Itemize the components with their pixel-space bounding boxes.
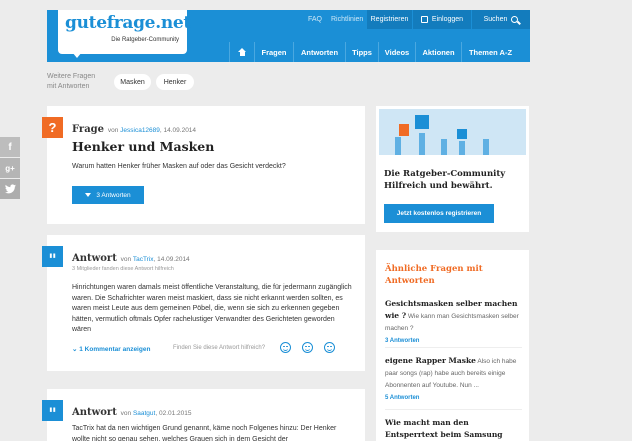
googleplus-icon: g+ [5, 163, 15, 173]
lock-icon [420, 16, 428, 23]
question-text: Warum hatten Henker früher Masken auf od… [72, 163, 286, 170]
question-date: , 14.09.2014 [159, 127, 197, 134]
tag-masken[interactable]: Masken [114, 74, 151, 90]
similar-title: eigene Rapper Maske [385, 356, 476, 365]
answer-kind: Antwort [72, 407, 117, 418]
question-card: ? Frage von Jessica12689, 14.09.2014 Hen… [42, 106, 365, 224]
smiley-rate-1-icon[interactable] [280, 342, 291, 353]
answer-meta: Antwort von TacTrix, 14.09.2014 [72, 253, 190, 264]
answer-date: , 14.09.2014 [153, 256, 190, 263]
similar-count: 5 Antworten [385, 395, 420, 401]
arrow-down-icon [85, 193, 92, 197]
register-button[interactable]: Registrieren [367, 10, 412, 29]
answer-card: " Antwort von TacTrix, 14.09.2014 3 Mitg… [42, 235, 365, 371]
similar-item[interactable]: eigene Rapper Maske Also ich habe paar s… [385, 355, 522, 410]
nav-tipps[interactable]: Tipps [345, 42, 378, 62]
quote-icon: " [42, 246, 63, 269]
show-comments-link[interactable]: ⌄ 1 Kommentar anzeigen [72, 345, 150, 353]
question-von: von [107, 127, 119, 134]
faq-link[interactable]: FAQ [308, 10, 322, 29]
main-nav: Fragen Antworten Tipps Videos Aktionen T… [229, 42, 519, 62]
question-kind: Frage [72, 124, 105, 135]
nav-home[interactable] [229, 42, 254, 62]
logo-speech-tail [72, 52, 82, 58]
helpful-count: 3 Mitglieder fanden diese Antwort hilfre… [72, 266, 174, 272]
rules-link[interactable]: Richtlinien [331, 10, 363, 29]
related-label-line2: mit Antworten [47, 83, 90, 90]
related-label: Weitere Fragen mit Antworten [47, 72, 95, 92]
smiley-rate-3-icon[interactable] [324, 342, 335, 353]
similar-item[interactable]: Wie macht man den Entsperrtext beim Sams… [385, 417, 522, 441]
register-free-button[interactable]: Jetzt kostenlos registrieren [384, 204, 494, 223]
search-label: Suchen [483, 16, 508, 23]
similar-item[interactable]: Gesichtsmasken selber machen wie ? Wie k… [385, 298, 522, 348]
answers-button-label: 3 Antworten [96, 191, 131, 199]
search-button[interactable]: Suchen [472, 10, 530, 29]
question-title: Henker und Masken [72, 139, 215, 154]
login-label: Einloggen [431, 16, 464, 23]
question-badge-icon: ? [42, 117, 63, 138]
answer-von: von [120, 256, 132, 263]
related-label-line1: Weitere Fragen [47, 73, 96, 80]
register-label: Registrieren [370, 16, 409, 23]
tag-henker[interactable]: Henker [156, 74, 194, 90]
promo-title: Die Ratgeber-Community Hilfreich und bew… [384, 169, 506, 191]
nav-videos[interactable]: Videos [378, 42, 415, 62]
logo[interactable]: gutefrage.net Die Ratgeber-Community [58, 10, 191, 58]
answer-card: " Antwort von Saatgut, 02.01.2015 TacTri… [42, 389, 365, 441]
quote-icon: " [42, 400, 63, 423]
similar-desc: Wie kann man Gesichtsmasken selber mache… [385, 313, 519, 332]
login-button[interactable]: Einloggen [413, 10, 471, 29]
logo-title: gutefrage.net [65, 13, 191, 33]
facebook-share-button[interactable]: f [0, 137, 20, 157]
nav-fragen[interactable]: Fragen [254, 42, 293, 62]
similar-count: 3 Antworten [385, 338, 420, 344]
similar-heading: Ähnliche Fragen mit Antworten [385, 264, 483, 286]
answer-text: TacTrix hat da nen wichtigen Grund genan… [72, 425, 337, 441]
answer-author-link[interactable]: TacTrix [133, 256, 154, 263]
googleplus-share-button[interactable]: g+ [0, 158, 20, 178]
answer-meta: Antwort von Saatgut, 02.01.2015 [72, 407, 192, 418]
show-comments-label: 1 Kommentar anzeigen [79, 346, 151, 353]
logo-subtitle: Die Ratgeber-Community [111, 37, 179, 43]
community-illustration [379, 109, 526, 155]
smiley-rate-2-icon[interactable] [302, 342, 313, 353]
twitter-icon [4, 184, 16, 194]
similar-title: Wie macht man den Entsperrtext beim Sams… [385, 418, 503, 439]
home-icon [237, 48, 247, 56]
answer-text: Hinrichtungen waren damals meist öffentl… [72, 284, 352, 333]
answer-author-link[interactable]: Saatgut [133, 410, 155, 417]
site-header: gutefrage.net Die Ratgeber-Community FAQ… [47, 10, 530, 62]
rate-prompt: Finden Sie diese Antwort hilfreich? [173, 345, 266, 351]
search-icon [511, 16, 519, 23]
answer-date: , 02.01.2015 [155, 410, 192, 417]
nav-themen[interactable]: Themen A-Z [461, 42, 519, 62]
question-author-link[interactable]: Jessica12689 [120, 127, 160, 134]
twitter-share-button[interactable] [0, 179, 20, 199]
register-promo: Die Ratgeber-Community Hilfreich und bew… [376, 106, 529, 232]
answer-kind: Antwort [72, 253, 117, 264]
facebook-icon: f [8, 141, 12, 153]
nav-antworten[interactable]: Antworten [293, 42, 345, 62]
nav-aktionen[interactable]: Aktionen [415, 42, 461, 62]
answer-von: von [120, 410, 132, 417]
question-meta: Frage von Jessica12689, 14.09.2014 [72, 124, 196, 135]
answers-button[interactable]: 3 Antworten [72, 186, 144, 204]
similar-questions: Ähnliche Fragen mit Antworten Gesichtsma… [376, 250, 529, 441]
